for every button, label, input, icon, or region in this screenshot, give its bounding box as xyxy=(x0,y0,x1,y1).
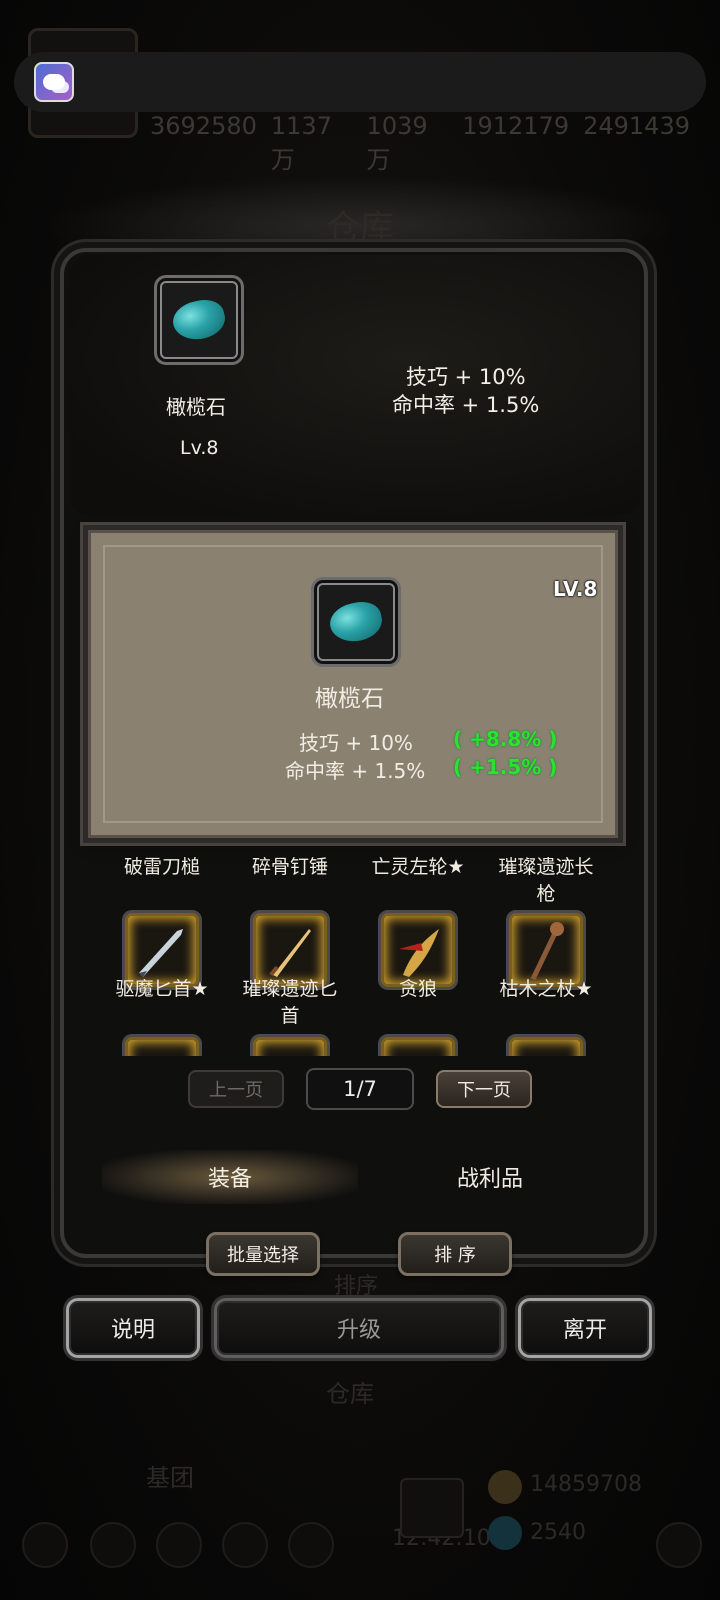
leave-button[interactable]: 离开 xyxy=(518,1298,652,1358)
item-slot[interactable] xyxy=(250,1034,330,1056)
background-stat: 1137万 xyxy=(270,112,332,174)
background-nav-icon xyxy=(288,1522,334,1568)
background-stat: 1912179 xyxy=(462,112,570,140)
item-slot[interactable] xyxy=(378,1034,458,1056)
background-gold: 14859708 xyxy=(530,1472,642,1497)
warehouse-title: 仓库 xyxy=(326,208,394,248)
background-nav-icon xyxy=(222,1522,268,1568)
selected-item-name: 橄榄石 xyxy=(166,395,226,419)
batch-select-button[interactable]: 批量选择 xyxy=(206,1232,320,1276)
item-label: 枪 xyxy=(536,883,556,905)
item-label: 亡灵左轮★ xyxy=(371,856,465,878)
selected-item-stat: 技巧 + 10% xyxy=(406,365,526,389)
background-stat: 2491439 xyxy=(583,112,690,140)
item-detail-popup: LV.8 橄榄石 技巧 + 10% 命中率 + 1.5% ( +8.8% ) (… xyxy=(88,530,618,838)
tab-equipment[interactable]: 装备 xyxy=(102,1150,358,1204)
item-grid: 破雷刀槌 碎骨钉锤 亡灵左轮★ 璀璨遗迹长 枪 驱魔匕首★ 璀璨遗迹匕 首 贪狼… xyxy=(92,842,620,1056)
page-indicator: 1/7 xyxy=(306,1068,414,1110)
olivine-gem-icon xyxy=(326,598,386,646)
item-label: 枯木之杖★ xyxy=(499,978,593,1000)
tab-loot[interactable]: 战利品 xyxy=(362,1150,618,1204)
item-label: 碎骨钉锤 xyxy=(251,856,328,878)
upgrade-button[interactable]: 升级 xyxy=(214,1298,504,1358)
background-gem-icon xyxy=(488,1516,522,1550)
background-title-label: 仓库 xyxy=(326,1380,374,1408)
selected-item-level: Lv.8 xyxy=(180,437,219,459)
background-guild-label: 基团 xyxy=(146,1464,194,1492)
olivine-gem-icon xyxy=(169,296,229,344)
background-bottom-bar: 基团 14859708 2540 12:42:10 xyxy=(0,1440,720,1600)
notification-bar[interactable] xyxy=(14,52,706,112)
help-button[interactable]: 说明 xyxy=(66,1298,200,1358)
chat-app-icon[interactable] xyxy=(34,62,74,102)
background-stat: 1039万 xyxy=(366,112,428,174)
popup-level: LV.8 xyxy=(553,577,598,601)
selected-item-icon xyxy=(154,275,244,365)
item-label: 贪狼 xyxy=(398,978,437,1000)
background-gems: 2540 xyxy=(530,1520,586,1545)
sort-button[interactable]: 排 序 xyxy=(398,1232,512,1276)
prev-page-button[interactable]: 上一页 xyxy=(188,1070,284,1108)
background-stats: 3692580 1137万 1039万 1912179 2491439 xyxy=(150,112,690,175)
background-gift-icon xyxy=(400,1478,464,1538)
item-label: 璀璨遗迹长 xyxy=(498,856,594,878)
popup-stat: 技巧 + 10% xyxy=(299,731,413,755)
popup-item-name: 橄榄石 xyxy=(315,686,384,712)
item-info-section: 橄榄石 Lv.8 技巧 + 10% 命中率 + 1.5% xyxy=(70,255,640,515)
popup-stat: 命中率 + 1.5% xyxy=(285,759,426,783)
next-page-button[interactable]: 下一页 xyxy=(436,1070,532,1108)
item-slot[interactable] xyxy=(122,1034,202,1056)
item-label: 璀璨遗迹匕 xyxy=(242,978,338,1000)
background-nav-icon xyxy=(156,1522,202,1568)
background-stat: 3692580 xyxy=(150,112,257,140)
popup-item-icon xyxy=(311,577,401,667)
background-coin-icon xyxy=(488,1470,522,1504)
background-nav-icon xyxy=(22,1522,68,1568)
item-label: 驱魔匕首★ xyxy=(115,978,209,1000)
item-slot[interactable] xyxy=(506,1034,586,1056)
background-nav-icon xyxy=(656,1522,702,1568)
item-label: 破雷刀槌 xyxy=(123,856,200,878)
selected-item-stat: 命中率 + 1.5% xyxy=(392,393,540,417)
popup-bonus: ( +1.5% ) xyxy=(453,755,558,779)
background-sort-label: 排序 xyxy=(334,1274,379,1299)
background-nav-icon xyxy=(90,1522,136,1568)
item-label: 首 xyxy=(280,1005,300,1027)
popup-bonus: ( +8.8% ) xyxy=(453,727,558,751)
